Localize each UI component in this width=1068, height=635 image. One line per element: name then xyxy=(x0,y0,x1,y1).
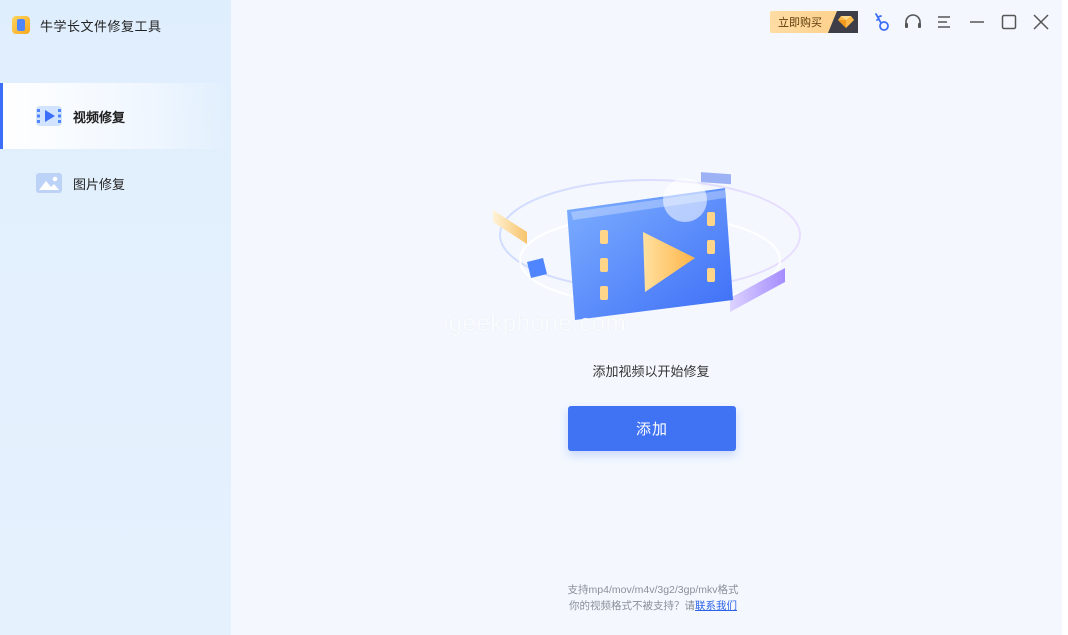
image-icon xyxy=(36,173,62,193)
app-title-row: 牛学长文件修复工具 xyxy=(12,14,162,36)
headset-icon[interactable] xyxy=(902,11,924,33)
video-icon xyxy=(36,106,62,126)
close-icon[interactable] xyxy=(1030,11,1052,33)
add-video-prompt: 添加视频以开始修复 xyxy=(592,364,710,379)
sidebar-item-image-repair[interactable]: 图片修复 xyxy=(0,150,231,216)
menu-icon[interactable] xyxy=(934,11,956,33)
supported-formats-text: 支持mp4/mov/m4v/3g2/3gp/mkv格式 xyxy=(567,584,739,596)
sidebar-item-video-repair[interactable]: 视频修复 xyxy=(0,83,231,149)
key-icon[interactable] xyxy=(870,11,892,33)
vip-diamond-icon xyxy=(828,11,858,33)
sidebar: 牛学长文件修复工具 视频修复 图片修复 xyxy=(0,0,231,635)
app-logo-icon xyxy=(12,16,30,34)
watermark-text: igeekphone.com xyxy=(443,310,627,337)
title-bar-controls: 立即购买 xyxy=(770,10,1052,34)
sidebar-item-label: 视频修复 xyxy=(73,109,126,125)
buy-now-label: 立即购买 xyxy=(778,17,822,29)
unsupported-format-text: 你的视频格式不被支持？请 xyxy=(569,600,695,612)
contact-us-link[interactable]: 联系我们 xyxy=(695,600,737,612)
unsupported-format-line: 你的视频格式不被支持？请联系我们 xyxy=(500,598,806,614)
format-support-info: 支持mp4/mov/m4v/3g2/3gp/mkv格式 你的视频格式不被支持？请… xyxy=(500,582,806,614)
buy-now-button[interactable]: 立即购买 xyxy=(770,11,858,33)
app-title: 牛学长文件修复工具 xyxy=(40,18,162,34)
add-button[interactable]: 添加 xyxy=(568,406,736,451)
minimize-icon[interactable] xyxy=(966,11,988,33)
app-window: 牛学长文件修复工具 视频修复 图片修复 立即购买 igeekphone.com … xyxy=(0,0,1062,635)
maximize-icon[interactable] xyxy=(998,11,1020,33)
sidebar-item-label: 图片修复 xyxy=(73,176,126,192)
